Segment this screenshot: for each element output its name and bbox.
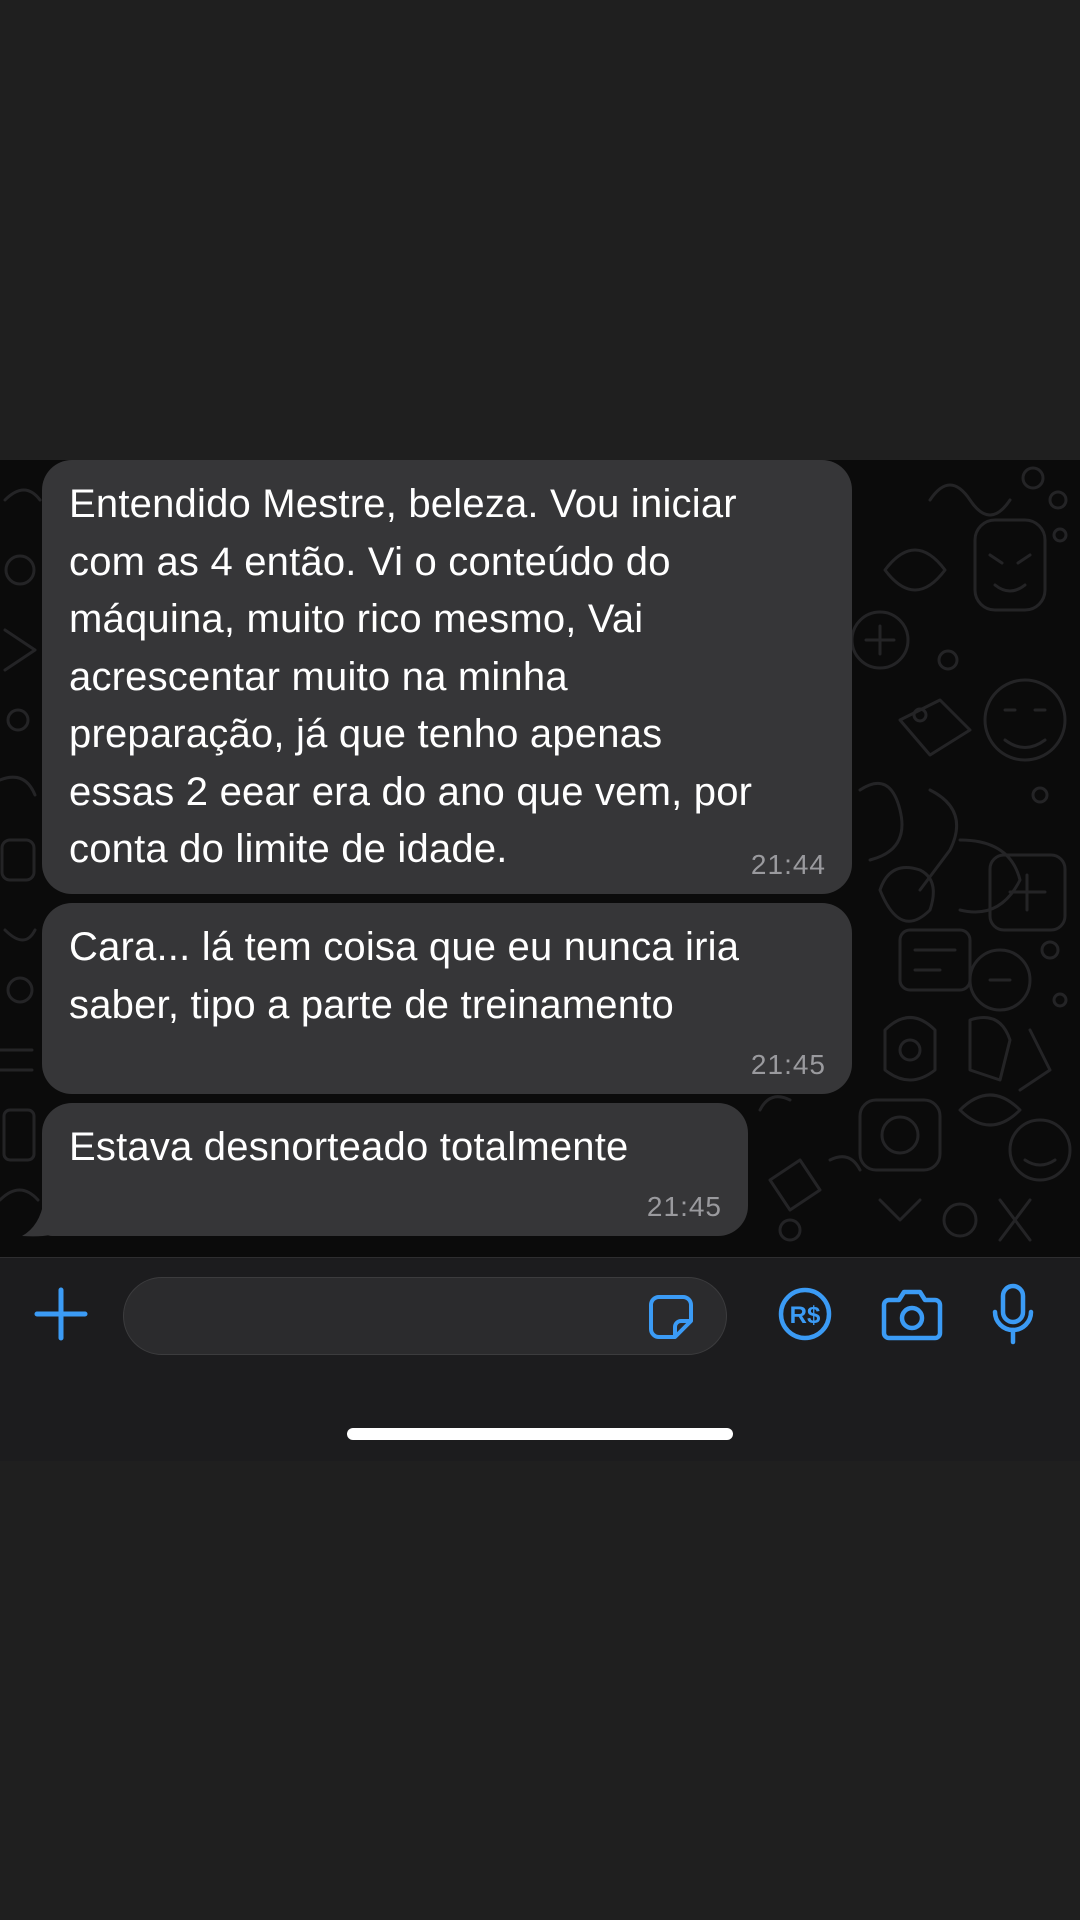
home-indicator: [347, 1428, 733, 1440]
camera-icon[interactable]: [881, 1286, 943, 1342]
message-timestamp: 21:45: [646, 1191, 722, 1222]
message-text: Cara... lá tem coisa que eu nunca iria s…: [69, 925, 740, 1027]
message-bubble[interactable]: Estava desnorteado totalmente 21:45: [42, 1103, 748, 1236]
message-bubble[interactable]: Entendido Mestre, beleza. Vou iniciar co…: [42, 460, 852, 894]
sticker-icon[interactable]: [647, 1293, 695, 1341]
svg-text:R$: R$: [790, 1302, 821, 1329]
message-composer-bar: R$: [0, 1257, 1080, 1461]
message-bubble[interactable]: Cara... lá tem coisa que eu nunca iria s…: [42, 903, 852, 1094]
microphone-icon[interactable]: [990, 1282, 1036, 1346]
message-text: Estava desnorteado totalmente: [69, 1125, 629, 1169]
message-input-field[interactable]: [123, 1277, 727, 1356]
chat-area[interactable]: Entendido Mestre, beleza. Vou iniciar co…: [0, 460, 1080, 1257]
plus-icon[interactable]: [33, 1286, 89, 1342]
message-timestamp: 21:44: [750, 849, 826, 880]
message-timestamp: 21:45: [750, 1049, 826, 1080]
screenshot-frame: Entendido Mestre, beleza. Vou iniciar co…: [0, 0, 1080, 1920]
pix-payment-icon[interactable]: R$: [777, 1286, 833, 1342]
message-text: Entendido Mestre, beleza. Vou iniciar co…: [69, 482, 753, 871]
message-input[interactable]: [154, 1278, 628, 1356]
